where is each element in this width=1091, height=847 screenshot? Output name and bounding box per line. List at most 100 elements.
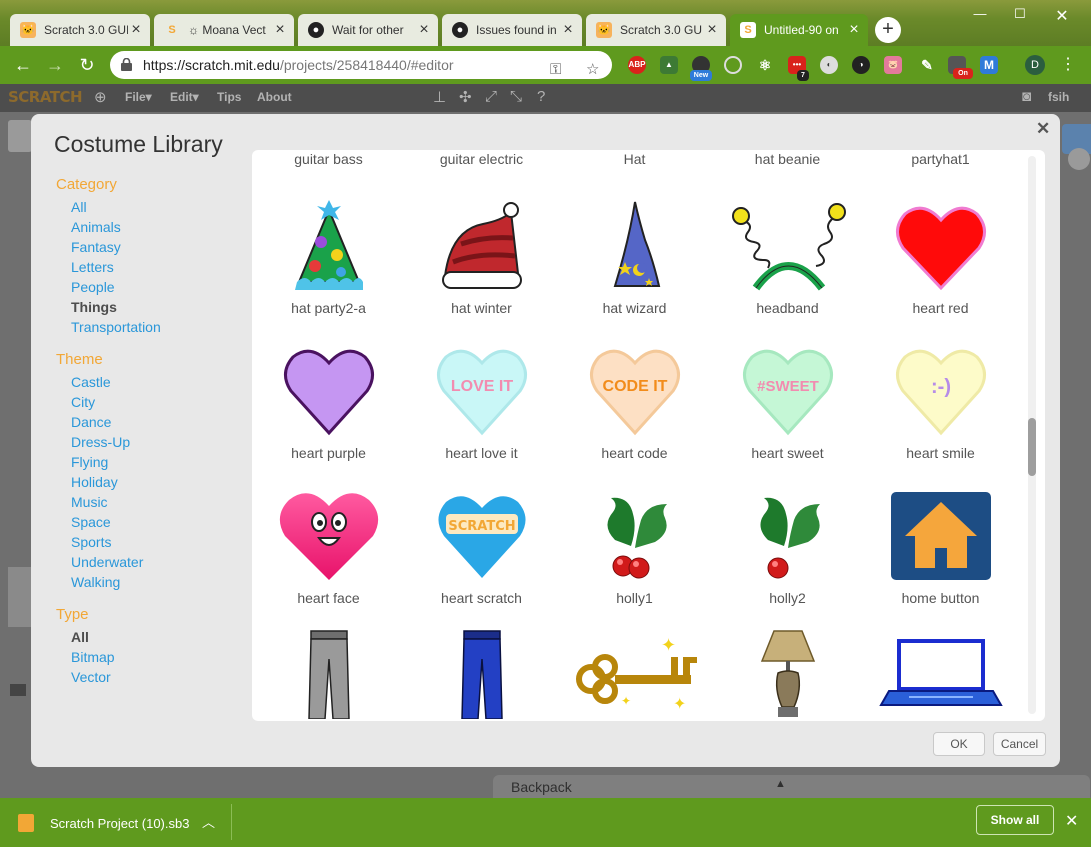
star-icon[interactable]: ☆: [586, 56, 599, 84]
costume-item[interactable]: home button: [864, 484, 1017, 606]
browser-tab[interactable]: 🐱 Scratch 3.0 GUI ×: [10, 14, 150, 46]
costume-item[interactable]: heart face: [252, 484, 405, 606]
grow-icon[interactable]: ⤢: [485, 88, 497, 105]
download-file-name[interactable]: Scratch Project (10).sb3: [50, 816, 189, 831]
close-tab-icon[interactable]: ×: [704, 21, 720, 39]
key-icon[interactable]: ⚿: [550, 56, 561, 84]
costume-item[interactable]: LOVE IT heart love it: [405, 339, 558, 461]
costume-item[interactable]: heart red: [864, 194, 1017, 316]
type-item[interactable]: Bitmap: [71, 648, 115, 668]
type-item-selected[interactable]: All: [71, 628, 115, 648]
forward-arrow-icon[interactable]: →: [44, 54, 66, 76]
category-item[interactable]: All: [71, 198, 161, 218]
shrink-icon[interactable]: ⤡: [510, 88, 522, 105]
theme-item[interactable]: Sports: [71, 533, 143, 553]
costume-label[interactable]: guitar electric: [405, 151, 558, 167]
costume-item[interactable]: hat winter: [405, 194, 558, 316]
costume-item[interactable]: holly2: [711, 484, 864, 606]
theme-item[interactable]: Dress-Up: [71, 433, 143, 453]
file-menu[interactable]: File▾: [125, 90, 152, 104]
browser-menu-icon[interactable]: ⋮: [1060, 54, 1076, 74]
cancel-button[interactable]: Cancel: [993, 732, 1046, 756]
theme-item[interactable]: Flying: [71, 453, 143, 473]
theme-item[interactable]: Castle: [71, 373, 143, 393]
browser-tab[interactable]: ● Issues found in ×: [442, 14, 582, 46]
help-icon[interactable]: [1068, 148, 1090, 170]
close-tab-icon[interactable]: ×: [128, 21, 144, 39]
reload-icon[interactable]: ↻: [76, 54, 98, 76]
browser-tab[interactable]: ● Wait for other ×: [298, 14, 438, 46]
ok-button[interactable]: OK: [933, 732, 985, 756]
expand-arrow-icon[interactable]: ▲: [775, 778, 786, 790]
browser-tab[interactable]: S ☼ Moana Vect ×: [154, 14, 294, 46]
maximize-icon[interactable]: ☐: [1000, 6, 1040, 22]
dark-mode-icon[interactable]: ◑: [852, 56, 870, 74]
costume-item[interactable]: ✦ ✦ ✦: [558, 629, 711, 721]
category-item[interactable]: Transportation: [71, 318, 161, 338]
drive-icon[interactable]: ▲: [660, 56, 678, 74]
address-bar[interactable]: https://scratch.mit.edu/projects/2584184…: [110, 51, 612, 79]
costume-item[interactable]: [864, 629, 1017, 721]
theme-item[interactable]: Underwater: [71, 553, 143, 573]
costume-label[interactable]: hat beanie: [711, 151, 864, 167]
close-tab-icon[interactable]: ×: [846, 21, 862, 39]
close-tab-icon[interactable]: ×: [272, 21, 288, 39]
edit-menu[interactable]: Edit▾: [170, 90, 199, 104]
category-item[interactable]: Letters: [71, 258, 161, 278]
close-tab-icon[interactable]: ×: [560, 21, 576, 39]
costume-item[interactable]: holly1: [558, 484, 711, 606]
back-arrow-icon[interactable]: ←: [12, 54, 34, 76]
profile-avatar[interactable]: D: [1025, 55, 1045, 75]
costume-label[interactable]: partyhat1: [864, 151, 1017, 167]
show-all-button[interactable]: Show all: [976, 805, 1054, 835]
react-icon[interactable]: ⚛: [756, 56, 774, 74]
scrollbar-thumb[interactable]: [1028, 418, 1036, 476]
theme-item[interactable]: Music: [71, 493, 143, 513]
minimize-icon[interactable]: —: [960, 6, 1000, 21]
theme-item[interactable]: Walking: [71, 573, 143, 593]
chevron-up-icon[interactable]: ︿: [202, 812, 215, 831]
costume-item[interactable]: #SWEET heart sweet: [711, 339, 864, 461]
pig-icon[interactable]: 🐷: [884, 56, 902, 74]
costume-item[interactable]: [252, 629, 405, 721]
eyedropper-icon[interactable]: ✎: [918, 56, 936, 74]
browser-tab-active[interactable]: S Untitled-90 on ×: [730, 14, 868, 46]
globe-icon[interactable]: ⊕: [94, 88, 107, 106]
m-extension-icon[interactable]: M: [980, 56, 998, 74]
category-item[interactable]: Animals: [71, 218, 161, 238]
close-icon[interactable]: ✕: [1036, 119, 1050, 139]
costume-item[interactable]: CODE IT heart code: [558, 339, 711, 461]
costume-item[interactable]: headband: [711, 194, 864, 316]
backpack-bar[interactable]: Backpack ▲: [493, 775, 1090, 798]
costume-item[interactable]: hat wizard: [558, 194, 711, 316]
theme-item[interactable]: Dance: [71, 413, 143, 433]
username[interactable]: fsih: [1048, 90, 1069, 104]
costume-item[interactable]: SCRATCH heart scratch: [405, 484, 558, 606]
camera-icon[interactable]: ◐: [820, 56, 838, 74]
duplicate-icon[interactable]: ⊥: [433, 88, 446, 106]
costume-item[interactable]: [711, 629, 864, 721]
scratch-logo[interactable]: SCRATCH: [8, 88, 83, 106]
theme-item[interactable]: Holiday: [71, 473, 143, 493]
theme-item[interactable]: Space: [71, 513, 143, 533]
category-item-selected[interactable]: Things: [71, 298, 161, 318]
adblock-icon[interactable]: ABP: [628, 56, 646, 74]
costume-item[interactable]: hat party2-a: [252, 194, 405, 316]
type-item[interactable]: Vector: [71, 668, 115, 688]
costume-label[interactable]: Hat: [558, 151, 711, 167]
category-item[interactable]: People: [71, 278, 161, 298]
close-tab-icon[interactable]: ×: [416, 21, 432, 39]
category-item[interactable]: Fantasy: [71, 238, 161, 258]
delete-icon[interactable]: ✣: [459, 88, 472, 106]
costume-item[interactable]: heart purple: [252, 339, 405, 461]
new-tab-button[interactable]: +: [875, 17, 901, 43]
theme-item[interactable]: City: [71, 393, 143, 413]
about-link[interactable]: About: [257, 90, 292, 104]
costume-item[interactable]: :-) heart smile: [864, 339, 1017, 461]
user-icon[interactable]: ◙: [1022, 88, 1031, 105]
costume-label[interactable]: guitar bass: [252, 151, 405, 167]
costume-item[interactable]: [405, 629, 558, 721]
close-icon[interactable]: ✕: [1065, 811, 1078, 831]
image-icon[interactable]: [10, 684, 26, 696]
browser-tab[interactable]: 🐱 Scratch 3.0 GU ×: [586, 14, 726, 46]
